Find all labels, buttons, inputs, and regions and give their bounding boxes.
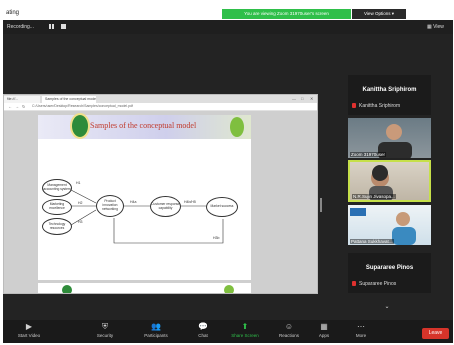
hypothesis-tag: H2 [78, 201, 83, 205]
chat-button[interactable]: 💬 Chat [183, 322, 223, 339]
reactions-button[interactable]: ☺ Reactions [269, 322, 309, 339]
university-logo-icon [62, 285, 72, 293]
hypothesis-tag: H4a [130, 200, 137, 204]
toolbar-label: Apps [318, 333, 330, 338]
node-customer-response: Customer response capability [150, 196, 181, 217]
mic-muted-icon [352, 281, 356, 286]
scroll-handle[interactable] [320, 198, 322, 212]
top-strip: ating You are viewing Zoom 31970user's s… [0, 0, 454, 20]
toolbar-label: Chat [198, 333, 208, 338]
meeting-toolbar: ▶ Start Video ⛨ Security 👥 Participants … [3, 320, 453, 343]
participant-name: Supararee Pinos [365, 265, 414, 271]
hypothesis-tag: H3 [78, 220, 83, 224]
close-icon[interactable]: ✕ [310, 96, 313, 101]
toolbar-label: Share Screen [231, 333, 259, 338]
slide-page: Samples of the conceptual model Manageme… [38, 113, 251, 280]
address-bar[interactable]: ← → ↻ C:/Users/user/Desktop/Research/Sam… [4, 103, 317, 111]
screen-share-banner: You are viewing Zoom 31970user's screen [222, 9, 351, 19]
stop-recording-icon[interactable] [61, 24, 66, 29]
share-screen-button[interactable]: ⬆ Share Screen [225, 322, 265, 339]
participant-video[interactable]: Zoom 31970user [348, 118, 431, 158]
view-options-button[interactable]: View Options ▾ [352, 9, 406, 19]
participant-video-label: Pattana Sukkhavat... [350, 239, 394, 244]
hypothesis-tag: H4b/H5 [184, 200, 196, 204]
forward-icon[interactable]: → [15, 104, 19, 109]
zoom-window: ating You are viewing Zoom 31970user's s… [0, 0, 454, 345]
participants-icon: 👥 [151, 322, 161, 331]
reload-icon[interactable]: ↻ [22, 104, 25, 109]
maximize-icon[interactable]: □ [301, 96, 303, 101]
participant-label: Supararee Pinos [359, 281, 397, 287]
meeting-area: Recording... ▦ View file:///... Samples … [3, 20, 453, 343]
address-text[interactable]: C:/Users/user/Desktop/Research/Samples/c… [32, 104, 133, 108]
chat-icon: 💬 [198, 322, 208, 331]
more-icon: ⋯ [357, 322, 365, 331]
participants-button[interactable]: 👥 Participants [136, 322, 176, 339]
view-label: View [433, 24, 444, 30]
shared-screen-browser[interactable]: file:///... Samples of the conceptual mo… [3, 94, 318, 294]
participant-name: Kanittha Sriphirom [362, 87, 417, 93]
node-technology-resources: Technology resources [42, 218, 72, 235]
toolbar-label: Participants [144, 333, 168, 338]
pdf-viewer: Samples of the conceptual model Manageme… [4, 111, 317, 293]
toolbar-label: Security [96, 333, 114, 338]
hypothesis-tag: H3b [213, 236, 220, 240]
apps-icon: ▦ [320, 322, 328, 331]
participant-video-label: N.R.Sujin Jivasopa... [352, 194, 396, 199]
chevron-down-icon[interactable]: ⌄ [381, 303, 393, 311]
active-speaker-video[interactable]: N.R.Sujin Jivasopa... [348, 160, 431, 202]
next-slide-page [38, 283, 251, 293]
recording-label: Recording... [7, 24, 34, 30]
participant-tile[interactable]: Kanittha Sriphirom Kanittha Sriphirom [348, 75, 431, 115]
recording-bar: Recording... ▦ View [3, 20, 453, 34]
toolbar-label: Reactions [278, 333, 299, 338]
window-title: ating [6, 10, 20, 16]
more-button[interactable]: ⋯ More [341, 322, 381, 339]
security-button[interactable]: ⛨ Security [85, 322, 125, 339]
reactions-icon: ☺ [284, 322, 294, 331]
leaf-logo-icon [224, 285, 234, 293]
apps-button[interactable]: ▦ Apps [304, 322, 344, 339]
node-product-innovation: Product innovation networking [96, 195, 124, 217]
back-icon[interactable]: ← [8, 104, 12, 109]
hypothesis-tag: H1 [76, 181, 81, 185]
participant-tile[interactable]: Supararee Pinos Supararee Pinos [348, 253, 431, 293]
video-off-icon: ▶ [25, 322, 33, 331]
leave-button[interactable]: Leave [422, 328, 449, 339]
pause-recording-icon[interactable] [49, 24, 55, 29]
browser-tab-active[interactable]: Samples of the conceptual model [42, 96, 96, 103]
toolbar-label: Start Video [17, 333, 41, 338]
toolbar-label: More [355, 333, 367, 338]
node-marketing-excellence: Marketing excellence [42, 199, 72, 215]
view-button[interactable]: ▦ View [427, 24, 444, 30]
node-management-accounting: Management accounting system [42, 179, 72, 197]
participant-video-label: Zoom 31970user [350, 152, 387, 157]
shield-icon: ⛨ [102, 322, 108, 331]
participant-label: Kanittha Sriphirom [359, 103, 401, 109]
browser-tabstrip: file:///... Samples of the conceptual mo… [4, 95, 317, 103]
browser-tab[interactable]: file:///... [4, 96, 40, 103]
share-screen-icon: ⬆ [241, 322, 249, 331]
mic-muted-icon [352, 103, 356, 108]
participant-video[interactable]: Pattana Sukkhavat... [348, 205, 431, 245]
minimize-icon[interactable]: — [292, 96, 296, 101]
start-video-button[interactable]: ▶ Start Video [9, 322, 49, 339]
node-market-success: Market success [206, 197, 238, 217]
